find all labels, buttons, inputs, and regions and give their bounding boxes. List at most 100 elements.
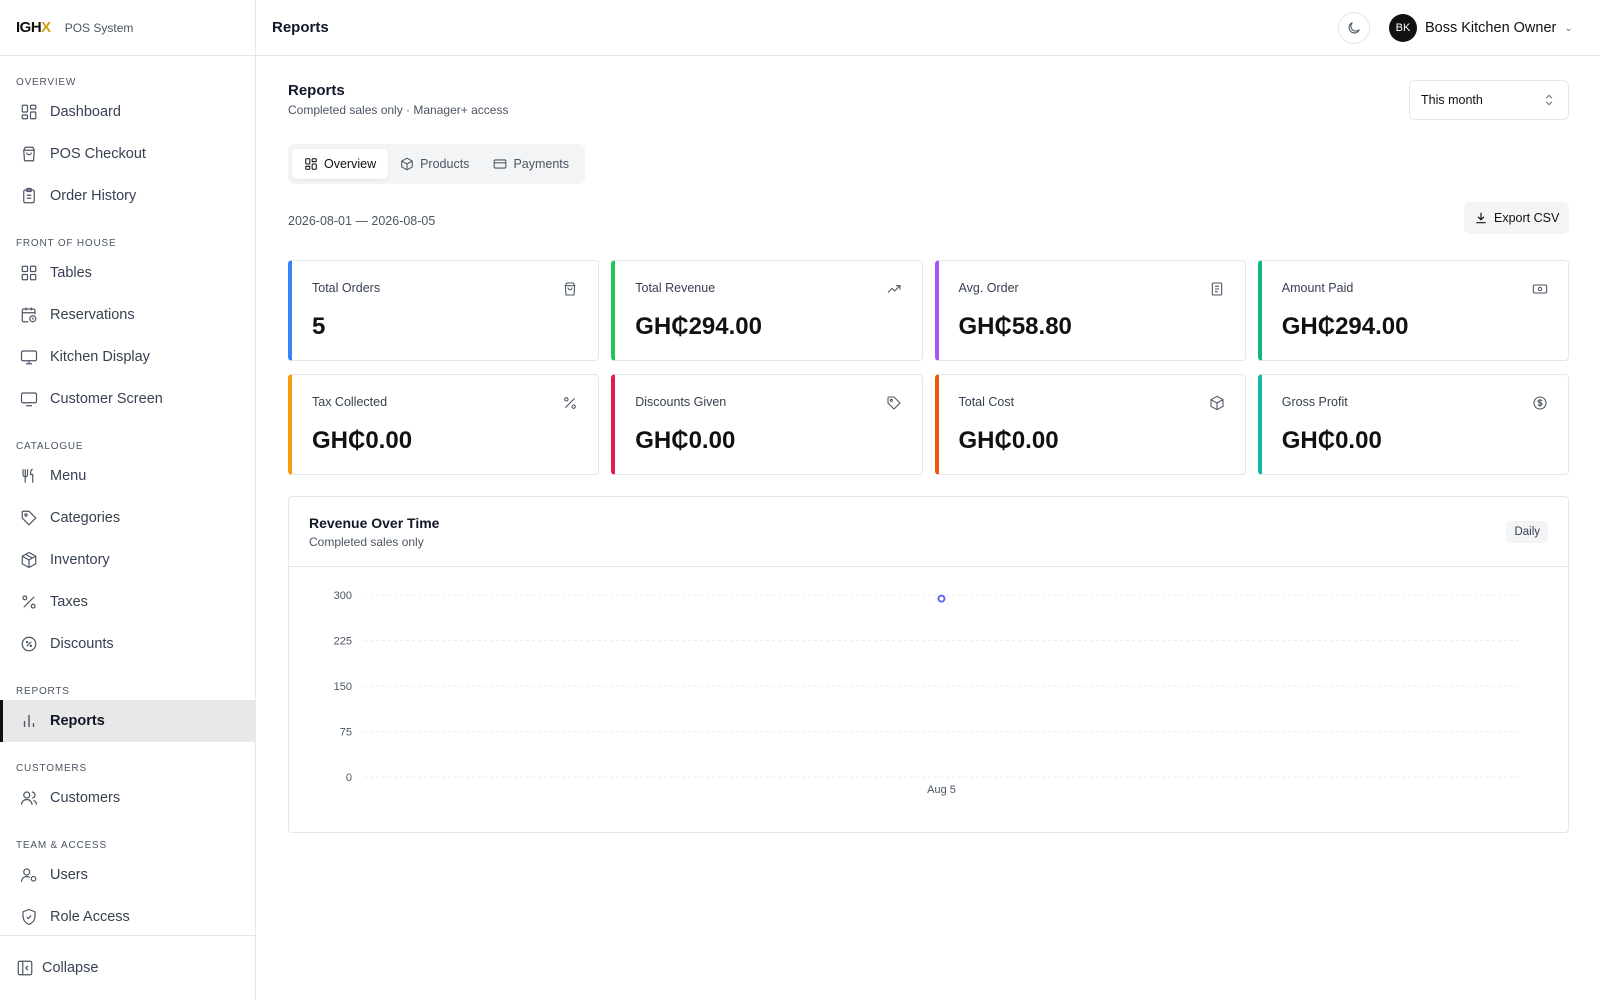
sidebar-item-label: Reports [50,713,105,729]
user-menu[interactable]: BK Boss Kitchen Owner ⌄ [1389,14,1573,42]
page-title: Reports [288,82,345,99]
chevron-down-icon: ⌄ [1564,22,1573,34]
tag-icon [20,509,38,527]
sidebar-item-taxes[interactable]: Taxes [0,581,256,623]
sidebar-item-label: Users [50,867,88,883]
sidebar-item-role-access[interactable]: Role Access [0,896,256,938]
y-tick-label: 150 [334,681,352,693]
stat-label: Total Orders [312,281,381,295]
trending-up-icon [886,281,902,297]
sidebar-item-label: Categories [50,510,121,526]
date-range-select[interactable]: This month [1409,80,1569,120]
sidebar-item-tables[interactable]: Tables [0,252,256,294]
stats-grid: Total Orders 5 Total Revenue GH₵294.00 Avg. … [288,260,1569,475]
sidebar-item-menu[interactable]: Menu [0,455,256,497]
sidebar-item-label: Customers [50,790,121,806]
sidebar-item-categories[interactable]: Categories [0,497,256,539]
brand-subtitle: POS System [64,20,134,35]
tab-label: Payments [513,157,570,171]
sidebar-item-users[interactable]: Users [0,854,256,896]
users-icon [20,789,38,807]
sidebar-item-label: Discounts [50,636,114,652]
topbar-title: Reports [272,19,329,36]
main-content: Reports Completed sales only · Manager+ … [256,56,1600,1000]
theme-toggle-button[interactable] [1338,12,1370,44]
sidebar-item-dashboard[interactable]: Dashboard [0,91,256,133]
nav-section-team: TEAM & ACCESS [16,840,107,851]
sidebar-item-kitchen-display[interactable]: Kitchen Display [0,336,256,378]
shopping-bag-icon [562,281,578,297]
nav-section-reports: REPORTS [16,686,70,697]
brand: IGHX POS System [0,0,255,56]
sidebar-item-label: Inventory [50,552,110,568]
tab-overview[interactable]: Overview [292,149,389,179]
stat-value: GH₵58.80 [958,313,1072,340]
brand-logo[interactable]: IGHX [16,19,51,36]
nav-section-catalogue: CATALOGUE [16,441,84,452]
sidebar-nav: OVERVIEW Dashboard POS Checkout Order Hi… [0,56,256,938]
stat-card: Amount Paid GH₵294.00 [1257,260,1569,361]
collapse-button[interactable]: Collapse [0,935,255,1000]
stat-label: Total Revenue [635,281,716,295]
stat-value: GH₵0.00 [312,427,413,454]
nav-section-customers: CUSTOMERS [16,763,87,774]
sidebar-item-customers[interactable]: Customers [0,777,256,819]
stat-value: GH₵0.00 [958,427,1059,454]
chart-header: Revenue Over Time Completed sales only D… [289,497,1568,567]
package-icon [400,157,414,171]
panel-left-icon [16,959,34,977]
export-csv-label: Export CSV [1494,211,1560,225]
percent-icon [20,593,38,611]
grid-icon [20,264,38,282]
sidebar-item-label: Dashboard [50,104,121,120]
sidebar-item-label: Menu [50,468,87,484]
nav-section-front-of-house: FRONT OF HOUSE [16,238,117,249]
sidebar-item-reservations[interactable]: Reservations [0,294,256,336]
tag-icon [886,395,902,411]
moon-icon [1346,20,1362,36]
date-range-text: 2026-08-01 — 2026-08-05 [288,214,436,228]
shield-check-icon [20,908,38,926]
sidebar-item-inventory[interactable]: Inventory [0,539,256,581]
stat-card: Gross Profit GH₵0.00 [1257,374,1569,475]
stat-value: 5 [312,313,326,340]
y-tick-label: 225 [334,636,352,648]
dollar-circle-icon [1532,395,1548,411]
chart-title: Revenue Over Time [309,515,440,531]
monitor-icon [20,348,38,366]
stat-label: Total Cost [958,395,1015,409]
dashboard-icon [304,157,318,171]
sidebar-item-pos-checkout[interactable]: POS Checkout [0,133,256,175]
nav-section-overview: OVERVIEW [16,77,77,88]
user-name: Boss Kitchen Owner [1425,20,1557,36]
clipboard-icon [20,187,38,205]
data-point[interactable] [937,594,946,603]
tab-payments[interactable]: Payments [481,149,581,179]
export-csv-button[interactable]: Export CSV [1464,202,1570,234]
y-tick-label: 300 [334,590,352,602]
stat-card: Total Revenue GH₵294.00 [611,260,923,361]
sidebar-item-label: Taxes [50,594,88,610]
stat-card: Discounts Given GH₵0.00 [611,374,923,475]
topbar: Reports BK Boss Kitchen Owner ⌄ [256,0,1600,56]
credit-card-icon [493,157,507,171]
utensils-icon [20,467,38,485]
sidebar-item-reports[interactable]: Reports [0,700,256,742]
calendar-clock-icon [20,306,38,324]
banknote-icon [1532,281,1548,297]
package-icon [20,551,38,569]
stat-label: Gross Profit [1281,395,1348,409]
sidebar-item-discounts[interactable]: Discounts [0,623,256,665]
percent-icon [562,395,578,411]
revenue-chart: 0 75 150 225 300 Aug 5 [334,590,1519,796]
revenue-chart-card: Revenue Over Time Completed sales only D… [288,496,1569,833]
avatar: BK [1389,14,1417,42]
stat-label: Amount Paid [1281,281,1354,295]
package-icon [1209,395,1225,411]
chevrons-up-down-icon [1542,93,1556,110]
receipt-icon [1209,281,1225,297]
tab-products[interactable]: Products [388,149,481,179]
page-subtitle: Completed sales only · Manager+ access [288,103,509,117]
sidebar-item-order-history[interactable]: Order History [0,175,256,217]
sidebar-item-customer-screen[interactable]: Customer Screen [0,378,256,420]
